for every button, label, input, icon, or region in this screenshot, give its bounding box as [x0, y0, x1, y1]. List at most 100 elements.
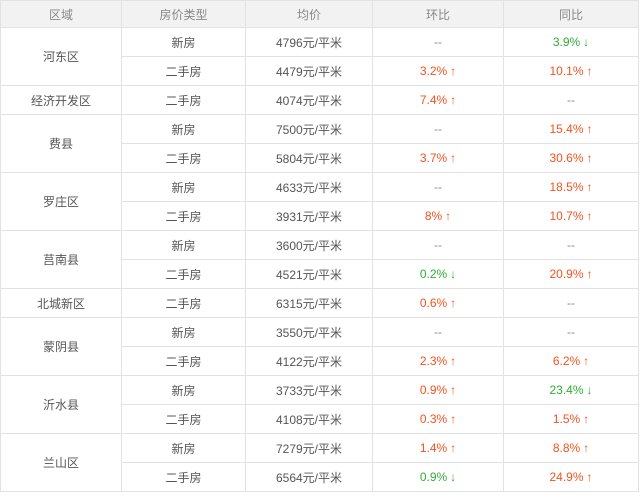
yoy-cell: --	[503, 288, 639, 318]
arrow-up-icon: ↑	[586, 267, 593, 281]
mom-cell-value: 0.9%	[419, 383, 448, 397]
price-cell: 7500元/平米	[245, 114, 373, 144]
price-cell: 4108元/平米	[245, 404, 373, 434]
price-cell: 4633元/平米	[245, 172, 373, 202]
mom-cell: 0.6% ↑	[372, 288, 504, 318]
arrow-up-icon: ↑	[586, 470, 593, 484]
arrow-up-icon: ↑	[450, 64, 457, 78]
table-row: 罗庄区 新房 4633元/平米 -- 18.5% ↑	[0, 172, 639, 231]
table-row: 莒南县 新房 3600元/平米 -- --	[0, 230, 639, 289]
table-row: 北城新区 二手房 6315元/平米 0.6% ↑ --	[0, 288, 639, 318]
type-cell: 新房	[121, 433, 246, 463]
arrow-down-icon: ↓	[583, 35, 590, 49]
yoy-cell-value: 23.4%	[549, 383, 584, 397]
type-cell: 新房	[121, 114, 246, 144]
yoy-cell: 10.1% ↑	[503, 56, 639, 86]
mom-cell: 2.3% ↑	[372, 346, 504, 376]
arrow-up-icon: ↑	[583, 441, 590, 455]
arrow-up-icon: ↑	[586, 209, 593, 223]
mom-cell-value: --	[434, 238, 442, 252]
mom-cell-value: --	[434, 122, 442, 136]
yoy-cell: --	[503, 317, 639, 347]
mom-cell-value: 3.2%	[419, 64, 448, 78]
price-cell: 4074元/平米	[245, 85, 373, 115]
yoy-cell-value: 6.2%	[552, 354, 581, 368]
yoy-cell: 1.5% ↑	[503, 404, 639, 434]
region-cell: 罗庄区	[0, 172, 122, 231]
price-cell: 6564元/平米	[245, 462, 373, 492]
region-cell: 河东区	[0, 27, 122, 86]
yoy-cell-value: 10.7%	[549, 209, 584, 223]
region-cell: 费县	[0, 114, 122, 173]
type-cell: 二手房	[121, 201, 246, 231]
arrow-down-icon: ↓	[586, 383, 593, 397]
arrow-up-icon: ↑	[583, 354, 590, 368]
mom-cell-value: 0.9%	[419, 470, 448, 484]
mom-cell: 1.4% ↑	[372, 433, 504, 463]
price-cell: 5804元/平米	[245, 143, 373, 173]
mom-cell: 0.9% ↓	[372, 462, 504, 492]
region-cell: 北城新区	[0, 288, 122, 318]
type-cell: 二手房	[121, 143, 246, 173]
arrow-up-icon: ↑	[450, 93, 457, 107]
type-cell: 二手房	[121, 462, 246, 492]
type-cell: 二手房	[121, 56, 246, 86]
yoy-cell: --	[503, 230, 639, 260]
arrow-up-icon: ↑	[586, 64, 593, 78]
arrow-up-icon: ↑	[450, 151, 457, 165]
mom-cell: 3.7% ↑	[372, 143, 504, 173]
table-row: 兰山区 新房 7279元/平米 1.4% ↑ 8.8% ↑	[0, 433, 639, 492]
yoy-cell-value: 24.9%	[549, 470, 584, 484]
mom-cell-value: 8%	[424, 209, 443, 223]
mom-cell: 7.4% ↑	[372, 85, 504, 115]
price-cell: 3600元/平米	[245, 230, 373, 260]
arrow-up-icon: ↑	[586, 180, 593, 194]
yoy-cell-value: 8.8%	[552, 441, 581, 455]
yoy-cell: 10.7% ↑	[503, 201, 639, 231]
yoy-cell-value: --	[567, 93, 575, 107]
table-body: 河东区 新房 4796元/平米 -- 3.9% ↓ 二手房 4479元/平米 3.2% ↑ 10.1…	[0, 27, 639, 492]
yoy-cell: 18.5% ↑	[503, 172, 639, 202]
mom-cell-value: 2.3%	[419, 354, 448, 368]
price-cell: 4122元/平米	[245, 346, 373, 376]
region-cell: 蒙阴县	[0, 317, 122, 376]
yoy-cell: 6.2% ↑	[503, 346, 639, 376]
header-price: 均价	[245, 0, 373, 28]
price-cell: 3550元/平米	[245, 317, 373, 347]
price-cell: 4796元/平米	[245, 27, 373, 57]
arrow-up-icon: ↑	[450, 383, 457, 397]
price-cell: 3931元/平米	[245, 201, 373, 231]
mom-cell-value: 1.4%	[419, 441, 448, 455]
type-cell: 新房	[121, 230, 246, 260]
mom-cell-value: --	[434, 35, 442, 49]
yoy-cell: 8.8% ↑	[503, 433, 639, 463]
price-cell: 6315元/平米	[245, 288, 373, 318]
arrow-up-icon: ↑	[450, 441, 457, 455]
yoy-cell-value: --	[567, 296, 575, 310]
mom-cell-value: 0.6%	[419, 296, 448, 310]
mom-cell: --	[372, 114, 504, 144]
type-cell: 二手房	[121, 288, 246, 318]
yoy-cell-value: 15.4%	[549, 122, 584, 136]
mom-cell: 8% ↑	[372, 201, 504, 231]
mom-cell: 3.2% ↑	[372, 56, 504, 86]
arrow-up-icon: ↑	[586, 151, 593, 165]
yoy-cell-value: --	[567, 238, 575, 252]
yoy-cell-value: --	[567, 325, 575, 339]
yoy-cell: 20.9% ↑	[503, 259, 639, 289]
mom-cell: --	[372, 27, 504, 57]
yoy-cell: 23.4% ↓	[503, 375, 639, 405]
mom-cell-value: --	[434, 325, 442, 339]
yoy-cell: 30.6% ↑	[503, 143, 639, 173]
table-row: 费县 新房 7500元/平米 -- 15.4% ↑	[0, 114, 639, 173]
type-cell: 二手房	[121, 404, 246, 434]
arrow-up-icon: ↑	[583, 412, 590, 426]
arrow-up-icon: ↑	[586, 122, 593, 136]
type-cell: 新房	[121, 27, 246, 57]
mom-cell: --	[372, 230, 504, 260]
mom-cell-value: 3.7%	[419, 151, 448, 165]
mom-cell: 0.9% ↑	[372, 375, 504, 405]
header-type: 房价类型	[121, 0, 246, 28]
region-cell: 兰山区	[0, 433, 122, 492]
yoy-cell-value: 18.5%	[549, 180, 584, 194]
